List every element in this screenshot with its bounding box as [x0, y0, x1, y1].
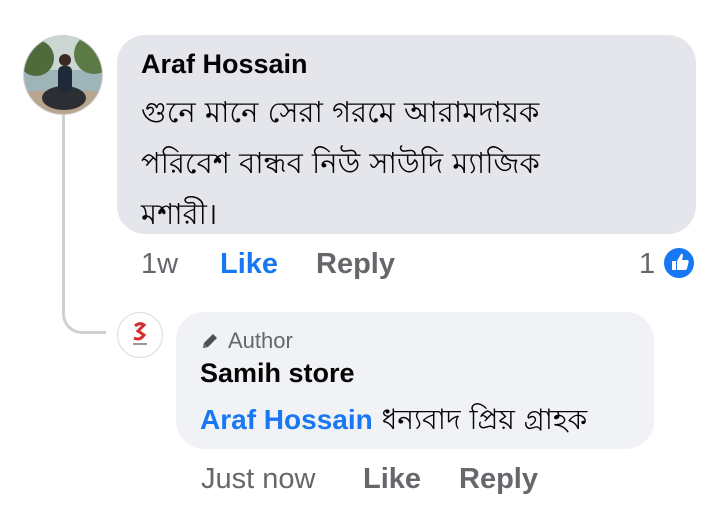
author-badge: Author	[200, 328, 293, 354]
reply-timestamp[interactable]: Just now	[201, 463, 315, 496]
reaction-count[interactable]: 1	[639, 248, 655, 281]
pencil-icon	[203, 334, 217, 348]
reply-like-button[interactable]: Like	[363, 463, 421, 496]
comment-text-line: গুনে মানে সেরা গরমে আরামদায়ক	[141, 95, 540, 129]
reply-author-name[interactable]: Samih store	[200, 358, 355, 389]
comment-text-line: মশারী।	[141, 197, 218, 231]
clipped-content	[400, 0, 440, 4]
like-button[interactable]: Like	[220, 248, 278, 281]
profile-photo	[24, 36, 102, 114]
thumbs-up-icon[interactable]	[662, 246, 696, 280]
reply-text: Araf Hossain ধন্যবাদ প্রিয় গ্রাহক	[200, 398, 587, 445]
reply-bubble: Author Samih store Araf Hossain ধন্যবাদ …	[176, 312, 654, 449]
comment-author-name[interactable]: Araf Hossain	[141, 49, 308, 80]
thread-connector-line	[62, 114, 106, 334]
comment-bubble: Araf Hossain গুনে মানে সেরা গরমে আরামদায…	[117, 35, 696, 234]
store-logo-avatar[interactable]	[117, 312, 163, 358]
store-logo	[133, 322, 147, 345]
reply-reply-button[interactable]: Reply	[459, 463, 538, 496]
comment-text: গুনে মানে সেরা গরমে আরামদায়ক পরিবেশ বান…	[141, 87, 681, 240]
reply-button[interactable]: Reply	[316, 248, 395, 281]
reply-body-text: ধন্যবাদ প্রিয় গ্রাহক	[372, 403, 588, 436]
author-badge-label: Author	[228, 328, 293, 353]
comment-text-line: পরিবেশ বান্ধব নিউ সাউদি ম্যাজিক	[141, 146, 540, 180]
avatar[interactable]	[23, 35, 103, 115]
mention-link[interactable]: Araf Hossain	[200, 404, 373, 435]
comment-timestamp[interactable]: 1w	[141, 248, 178, 281]
